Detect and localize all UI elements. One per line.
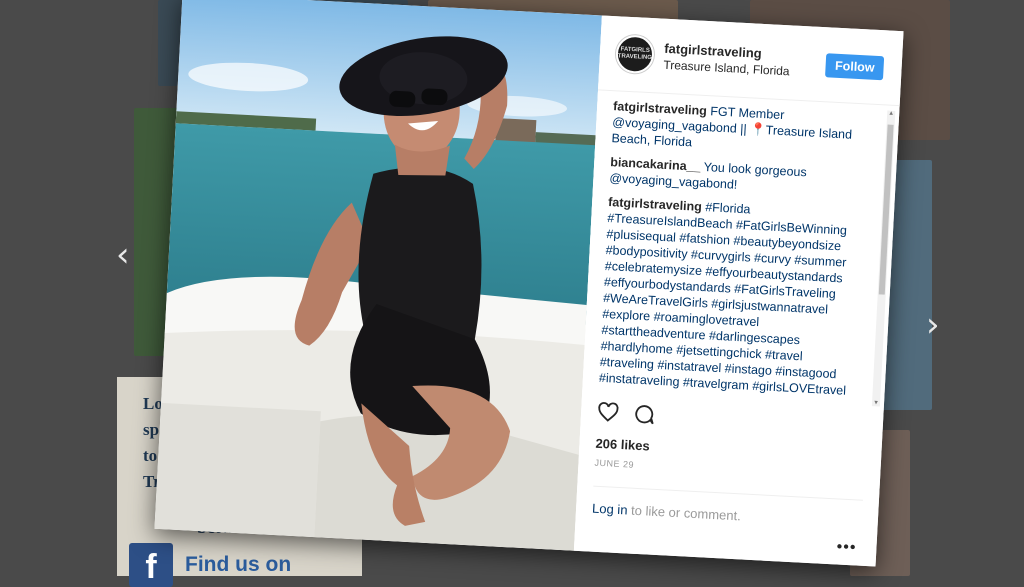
beach-photo-illustration bbox=[154, 0, 602, 551]
more-icon[interactable]: ••• bbox=[836, 538, 857, 557]
comment: fatgirlstraveling FGT Member @voyaging_v… bbox=[611, 98, 867, 159]
chevron-left-icon[interactable]: ‹ bbox=[116, 238, 130, 272]
scroll-up-arrow[interactable]: ▲ bbox=[887, 111, 895, 117]
heart-icon[interactable] bbox=[597, 402, 620, 423]
login-rest-text: to like or comment. bbox=[627, 502, 742, 524]
comment-text: #Florida #TreasureIslandBeach #FatGirlsB… bbox=[598, 200, 848, 398]
header-text: fatgirlstraveling Treasure Island, Flori… bbox=[663, 40, 791, 78]
chevron-right-icon[interactable]: › bbox=[926, 308, 940, 342]
follow-button[interactable]: Follow bbox=[825, 53, 885, 81]
login-prompt: Log in to like or comment. bbox=[591, 485, 863, 530]
post-modal: FATGIRLS TRAVELING fatgirlstraveling Tre… bbox=[154, 0, 904, 567]
post-actions bbox=[597, 402, 656, 425]
facebook-icon: f bbox=[129, 543, 173, 587]
scroll-down-arrow[interactable]: ▼ bbox=[872, 400, 880, 406]
find-us-text: Find us on bbox=[185, 553, 292, 576]
comment: biancakarina__ You look gorgeous @voyagi… bbox=[609, 154, 864, 199]
post-date: JUNE 29 bbox=[594, 457, 635, 470]
post-sidebar: FATGIRLS TRAVELING fatgirlstraveling Tre… bbox=[573, 15, 904, 567]
comments-list[interactable]: fatgirlstraveling FGT Member @voyaging_v… bbox=[582, 89, 884, 408]
likes-count[interactable]: 206 likes bbox=[595, 436, 650, 454]
comment: fatgirlstraveling #Florida #TreasureIsla… bbox=[599, 194, 863, 399]
comment-icon[interactable] bbox=[633, 404, 656, 425]
login-link[interactable]: Log in bbox=[592, 501, 628, 518]
facebook-promo[interactable]: f Find us on bbox=[129, 543, 291, 587]
avatar[interactable]: FATGIRLS TRAVELING bbox=[614, 34, 655, 75]
post-photo[interactable] bbox=[154, 0, 602, 551]
